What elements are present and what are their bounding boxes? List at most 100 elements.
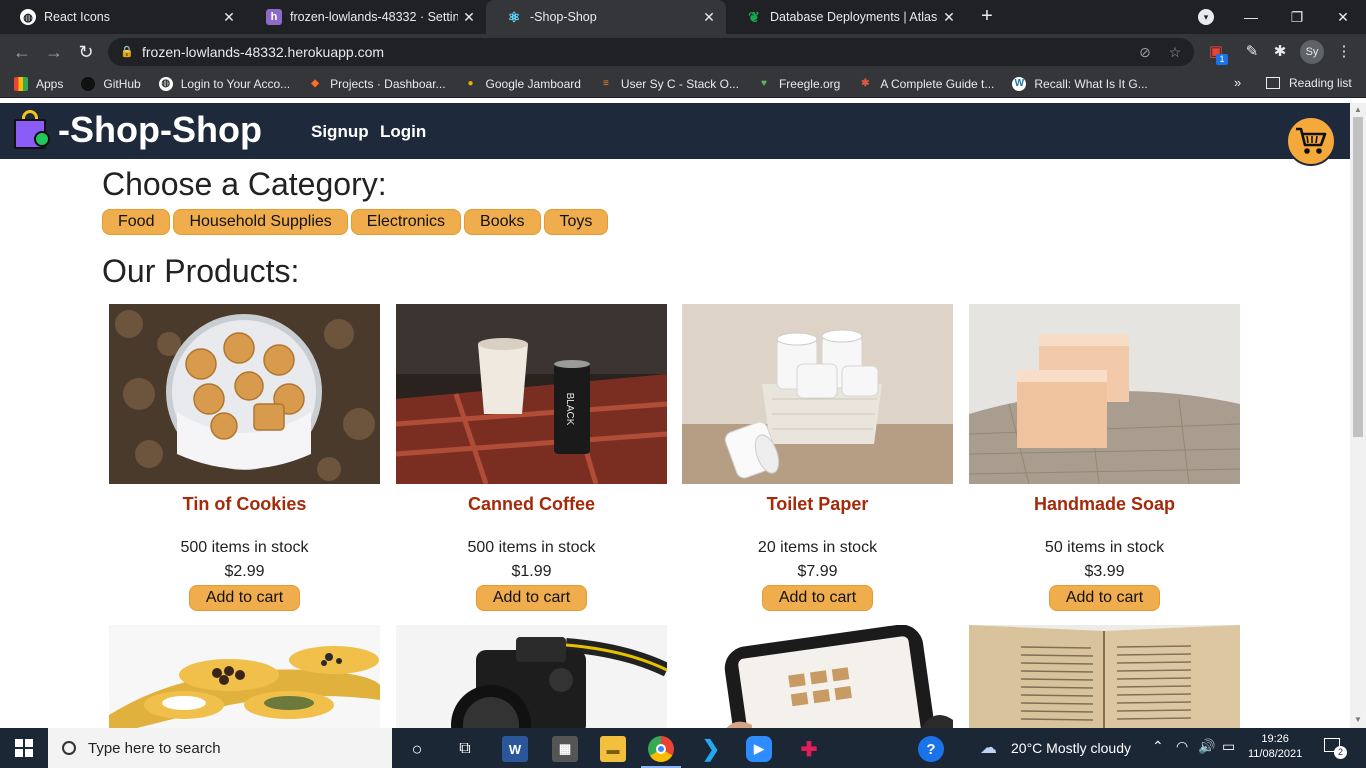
close-tab-icon[interactable]: ✕ [218,9,240,26]
scroll-down-icon[interactable]: ▼ [1353,715,1363,725]
product-name[interactable]: Handmade Soap [969,494,1240,515]
product-name[interactable]: Tin of Cookies [109,494,380,515]
vscode-icon[interactable]: ❯ [698,736,724,762]
globe-icon: ◍ [158,76,173,91]
system-clock[interactable]: 19:26 11/08/2021 [1248,732,1302,762]
category-electronics-button[interactable]: Electronics [350,209,462,235]
star-icon[interactable]: ☆ [1164,41,1186,63]
bookmark-projects[interactable]: ◆ Projects · Dashboar... [308,77,445,91]
bookmarks-bar: Apps GitHub ◍ Login to Your Acco... ◆ Pr… [0,70,1366,98]
notifications-icon[interactable]: 2 [1324,738,1347,759]
login-link[interactable]: Login [380,122,426,142]
page-scrollbar[interactable]: ▲ ▼ [1350,103,1366,728]
reading-list-button[interactable]: Reading list [1266,76,1352,90]
product-image-tablet[interactable] [682,625,953,728]
product-name[interactable]: Toilet Paper [682,494,953,515]
tab-shop-shop[interactable]: ⚛ -Shop-Shop ✕ [486,0,726,34]
tab-atlas[interactable]: ❦ Database Deployments | Atlas: M ✕ [726,0,966,34]
globe-icon: ◍ [20,9,36,25]
bookmark-label: Recall: What Is It G... [1034,76,1148,91]
tab-react-icons[interactable]: ◍ React Icons ✕ [0,0,246,34]
product-image-toilet-paper[interactable] [682,304,953,484]
web-page: -Shop-Shop Signup Login Choose a Categor… [0,103,1350,728]
category-household-button[interactable]: Household Supplies [173,209,348,235]
search-icon [62,741,76,755]
product-image-soap[interactable] [969,304,1240,484]
close-tab-icon[interactable]: ✕ [458,9,480,26]
bookmark-freegle[interactable]: ♥ Freegle.org [757,77,840,91]
site-logo[interactable]: -Shop-Shop [12,109,262,151]
menu-dots-icon[interactable]: ⋮ [1334,40,1354,64]
cart-button[interactable] [1286,116,1336,166]
eyedropper-icon[interactable]: ✎ [1242,40,1262,64]
tab-heroku-settings[interactable]: h frozen-lowlands-48332 · Settings ✕ [246,0,486,34]
add-to-cart-button[interactable]: Add to cart [188,585,301,611]
product-stock: 500 items in stock [467,539,596,556]
product-image-camera[interactable] [396,625,667,728]
close-window-icon[interactable]: ✕ [1320,0,1366,34]
file-explorer-icon[interactable]: ▬ [600,736,626,762]
eye-off-icon[interactable]: ⊘ [1134,41,1156,63]
product-image-book[interactable] [969,625,1240,728]
word-icon[interactable]: W [502,736,528,762]
volume-icon[interactable]: 🔊 [1198,738,1215,755]
more-bookmarks-icon[interactable]: » [1234,75,1241,90]
shopping-bag-icon [12,109,54,151]
url-text[interactable]: frozen-lowlands-48332.herokuapp.com [142,44,1134,60]
bookmark-login[interactable]: ◍ Login to Your Acco... [158,76,290,91]
product-image-spices[interactable] [109,625,380,728]
category-toys-button[interactable]: Toys [543,209,609,235]
add-to-cart-button[interactable]: Add to cart [1048,585,1161,611]
calculator-icon[interactable]: ▦ [552,736,578,762]
wifi-icon[interactable]: ◠ [1176,738,1188,755]
restore-icon[interactable]: ❐ [1274,0,1320,34]
zoom-icon[interactable]: ▶ [746,736,772,762]
product-image-coffee[interactable]: BLACK [396,304,667,484]
product-image-cookies[interactable] [109,304,380,484]
profile-avatar[interactable]: Sy [1300,40,1324,64]
bookmark-stackoverflow[interactable]: ≡ User Sy C - Stack O... [599,77,739,91]
back-icon[interactable]: ← [10,40,34,64]
bookmark-jamboard[interactable]: ● Google Jamboard [464,77,581,91]
chrome-icon[interactable] [648,736,674,762]
task-view-icon[interactable]: ⧉ [452,736,478,762]
help-icon[interactable]: ? [918,736,944,762]
battery-icon[interactable]: ▭ [1222,738,1235,755]
close-tab-icon[interactable]: ✕ [698,9,720,26]
close-tab-icon[interactable]: ✕ [938,9,960,26]
category-food-button[interactable]: Food [102,209,171,235]
search-placeholder: Type here to search [88,739,221,757]
slack-icon[interactable]: ✚ [796,736,822,762]
tray-chevron-icon[interactable]: ⌃ [1152,738,1164,755]
apps-grid-icon [14,76,28,91]
signup-link[interactable]: Signup [311,122,369,142]
category-books-button[interactable]: Books [464,209,541,235]
bookmark-recall[interactable]: W Recall: What Is It G... [1012,76,1148,91]
start-button[interactable] [0,728,48,768]
weather-text[interactable]: 20°C Mostly cloudy [1011,740,1131,756]
forward-icon[interactable]: → [42,40,66,64]
cloud-weather-icon[interactable]: ☁ [980,738,997,758]
add-to-cart-button[interactable]: Add to cart [475,585,588,611]
jamboard-icon: ● [467,77,474,89]
scroll-thumb[interactable] [1353,117,1363,437]
taskbar-search[interactable]: Type here to search [48,728,392,768]
product-name[interactable]: Canned Coffee [396,494,667,515]
windows-logo-icon [15,739,33,757]
bookmark-guide[interactable]: ✱ A Complete Guide t... [858,77,994,91]
reload-icon[interactable]: ↻ [74,40,98,64]
bookmark-github[interactable]: GitHub [81,76,141,91]
new-tab-button[interactable]: + [976,5,998,27]
scroll-up-icon[interactable]: ▲ [1353,105,1363,115]
heroku-icon: h [266,9,282,25]
category-heading: Choose a Category: [102,166,387,202]
minimize-icon[interactable]: — [1228,0,1274,34]
address-bar[interactable]: 🔒 frozen-lowlands-48332.herokuapp.com ⊘ … [108,38,1194,66]
bookmark-apps[interactable]: Apps [14,76,63,91]
cortana-icon[interactable]: ○ [404,736,430,762]
bookmark-label: Google Jamboard [485,76,581,91]
tab-search-icon[interactable]: ▾ [1198,9,1214,25]
puzzle-icon[interactable]: ✱ [1270,40,1290,64]
wordpress-icon: W [1012,76,1027,91]
add-to-cart-button[interactable]: Add to cart [761,585,874,611]
